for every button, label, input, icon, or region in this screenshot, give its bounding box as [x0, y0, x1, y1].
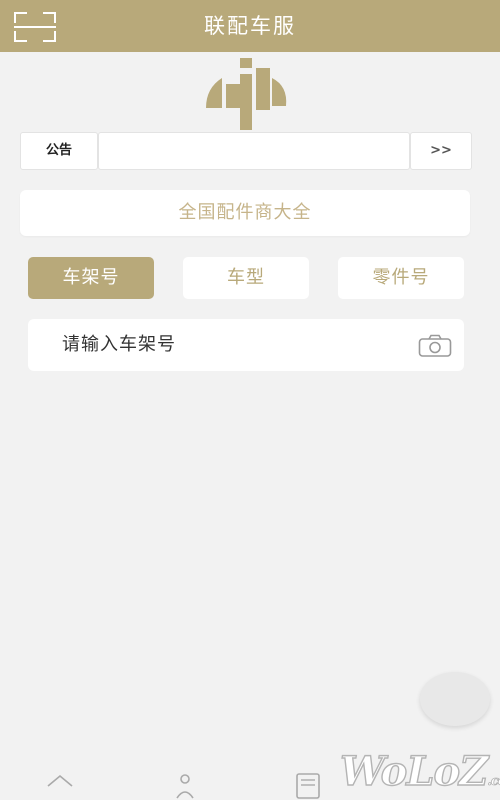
tab-part-number[interactable]: 零件号: [338, 257, 464, 299]
vin-search-box: 请输入车架号: [28, 319, 464, 371]
user-icon[interactable]: [170, 770, 200, 800]
list-icon[interactable]: [293, 770, 323, 800]
tab-car-model[interactable]: 车型: [183, 257, 309, 299]
watermark-text: WoLoZ: [339, 747, 489, 795]
brand-logo-icon: [206, 58, 287, 130]
dealer-directory-button[interactable]: 全国配件商大全: [20, 190, 470, 236]
site-watermark: WoLoZ.com: [339, 747, 500, 800]
tab-vin[interactable]: 车架号: [28, 257, 154, 299]
app-header: 联配车服: [0, 0, 500, 52]
home-icon[interactable]: [45, 770, 75, 800]
notice-content[interactable]: [98, 132, 410, 170]
page-title: 联配车服: [204, 14, 296, 38]
notice-more-button[interactable]: >>: [410, 132, 472, 170]
camera-icon[interactable]: [418, 334, 452, 358]
watermark-suffix: .com: [487, 774, 500, 790]
vin-search-input[interactable]: 请输入车架号: [62, 319, 432, 371]
notice-bar: 公告 >>: [20, 132, 472, 170]
notice-label: 公告: [20, 132, 98, 170]
floating-action-button[interactable]: [420, 672, 490, 726]
